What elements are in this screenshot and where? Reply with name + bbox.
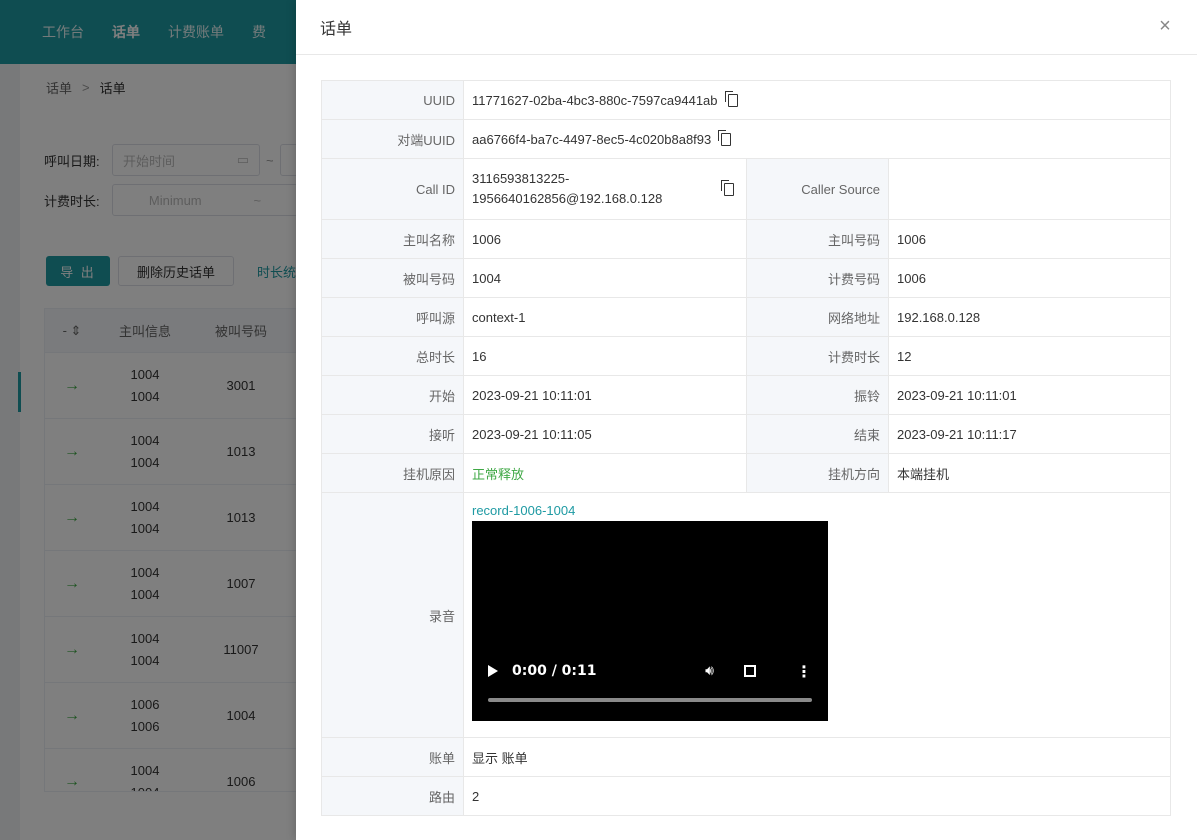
row-duration: 总时长 16 计费时长 12 (321, 336, 1171, 376)
row-start: 开始 2023-09-21 10:11:01 振铃 2023-09-21 10:… (321, 375, 1171, 415)
more-options-icon[interactable]: ⋮ (796, 662, 812, 681)
billing-duration-value: 12 (888, 336, 1171, 376)
end-label: 结束 (746, 414, 889, 454)
call-id-value-1: 3116593813225- (472, 171, 570, 186)
cdr-detail-drawer: 话单 × UUID 11771627-02ba-4bc3-880c-7597ca… (296, 0, 1197, 840)
callee-number-label: 被叫号码 (321, 258, 464, 298)
ring-value: 2023-09-21 10:11:01 (888, 375, 1171, 415)
billing-number-value: 1006 (888, 258, 1171, 298)
row-source: 呼叫源 context-1 网络地址 192.168.0.128 (321, 297, 1171, 337)
row-answer: 接听 2023-09-21 10:11:05 结束 2023-09-21 10:… (321, 414, 1171, 454)
route-label: 路由 (321, 776, 464, 816)
row-peer-uuid: 对端UUID aa6766f4-ba7c-4497-8ec5-4c020b8a8… (321, 119, 1171, 159)
hangup-direction-label: 挂机方向 (746, 453, 889, 493)
uuid-cell: 11771627-02ba-4bc3-880c-7597ca9441ab (463, 80, 1171, 120)
copy-icon[interactable] (718, 129, 732, 146)
drawer-title: 话单 (320, 21, 353, 38)
network-address-value: 192.168.0.128 (888, 297, 1171, 337)
hangup-reason-value: 正常释放 (463, 453, 747, 493)
call-source-label: 呼叫源 (321, 297, 464, 337)
peer-uuid-cell: aa6766f4-ba7c-4497-8ec5-4c020b8a8f93 (463, 119, 1171, 159)
row-hangup: 挂机原因 正常释放 挂机方向 本端挂机 (321, 453, 1171, 493)
end-value: 2023-09-21 10:11:17 (888, 414, 1171, 454)
row-bill: 账单 显示 账单 (321, 737, 1171, 777)
volume-icon[interactable]: 🔊︎ (705, 663, 714, 679)
billing-duration-label: 计费时长 (746, 336, 889, 376)
call-id-value-2: 1956640162856@192.168.0.128 (472, 191, 663, 206)
row-route: 路由 2 (321, 776, 1171, 816)
row-callee: 被叫号码 1004 计费号码 1006 (321, 258, 1171, 298)
close-icon[interactable]: × (1155, 16, 1175, 36)
hangup-reason-label: 挂机原因 (321, 453, 464, 493)
play-icon[interactable] (488, 665, 498, 677)
row-call-id: Call ID 3116593813225- 1956640162856@192… (321, 158, 1171, 220)
copy-icon[interactable] (724, 90, 738, 107)
caller-name-value: 1006 (463, 219, 747, 259)
hangup-direction-value: 本端挂机 (888, 453, 1171, 493)
row-uuid: UUID 11771627-02ba-4bc3-880c-7597ca9441a… (321, 80, 1171, 120)
network-address-label: 网络地址 (746, 297, 889, 337)
row-recording: 录音 record-1006-1004 0:00 / 0:11 🔊︎ ⋮ (321, 492, 1171, 738)
route-link[interactable]: 2 (472, 789, 479, 804)
start-value: 2023-09-21 10:11:01 (463, 375, 747, 415)
billing-number-label: 计费号码 (746, 258, 889, 298)
answer-label: 接听 (321, 414, 464, 454)
show-bill-link[interactable]: 显示 账单 (472, 751, 528, 766)
drawer-header: 话单 (296, 0, 1197, 55)
total-duration-label: 总时长 (321, 336, 464, 376)
fullscreen-icon[interactable] (744, 665, 756, 677)
call-id-cell: 3116593813225- 1956640162856@192.168.0.1… (463, 158, 747, 220)
caller-name-label: 主叫名称 (321, 219, 464, 259)
detail-table: UUID 11771627-02ba-4bc3-880c-7597ca9441a… (321, 80, 1171, 816)
media-player: 0:00 / 0:11 🔊︎ ⋮ (472, 521, 828, 721)
bill-label: 账单 (321, 737, 464, 777)
total-duration-value: 16 (463, 336, 747, 376)
peer-uuid-value: aa6766f4-ba7c-4497-8ec5-4c020b8a8f93 (472, 131, 712, 147)
player-controls: 0:00 / 0:11 🔊︎ ⋮ (488, 659, 812, 683)
copy-icon[interactable] (721, 180, 734, 196)
uuid-label: UUID (321, 80, 464, 120)
caller-source-label: Caller Source (746, 158, 889, 220)
peer-uuid-label: 对端UUID (321, 119, 464, 159)
player-progress-bar[interactable] (488, 698, 812, 702)
caller-source-value (888, 158, 1171, 220)
start-label: 开始 (321, 375, 464, 415)
recording-cell: record-1006-1004 0:00 / 0:11 🔊︎ ⋮ (463, 492, 1171, 738)
route-cell: 2 (463, 776, 1171, 816)
player-time: 0:00 / 0:11 (512, 663, 597, 679)
uuid-value: 11771627-02ba-4bc3-880c-7597ca9441ab (472, 92, 718, 108)
answer-value: 2023-09-21 10:11:05 (463, 414, 747, 454)
recording-link[interactable]: record-1006-1004 (472, 503, 1170, 518)
caller-number-label: 主叫号码 (746, 219, 889, 259)
callee-number-value: 1004 (463, 258, 747, 298)
ring-label: 振铃 (746, 375, 889, 415)
call-id-label: Call ID (321, 158, 464, 220)
recording-label: 录音 (321, 492, 464, 738)
caller-number-value: 1006 (888, 219, 1171, 259)
bill-cell: 显示 账单 (463, 737, 1171, 777)
call-source-value: context-1 (463, 297, 747, 337)
row-caller: 主叫名称 1006 主叫号码 1006 (321, 219, 1171, 259)
